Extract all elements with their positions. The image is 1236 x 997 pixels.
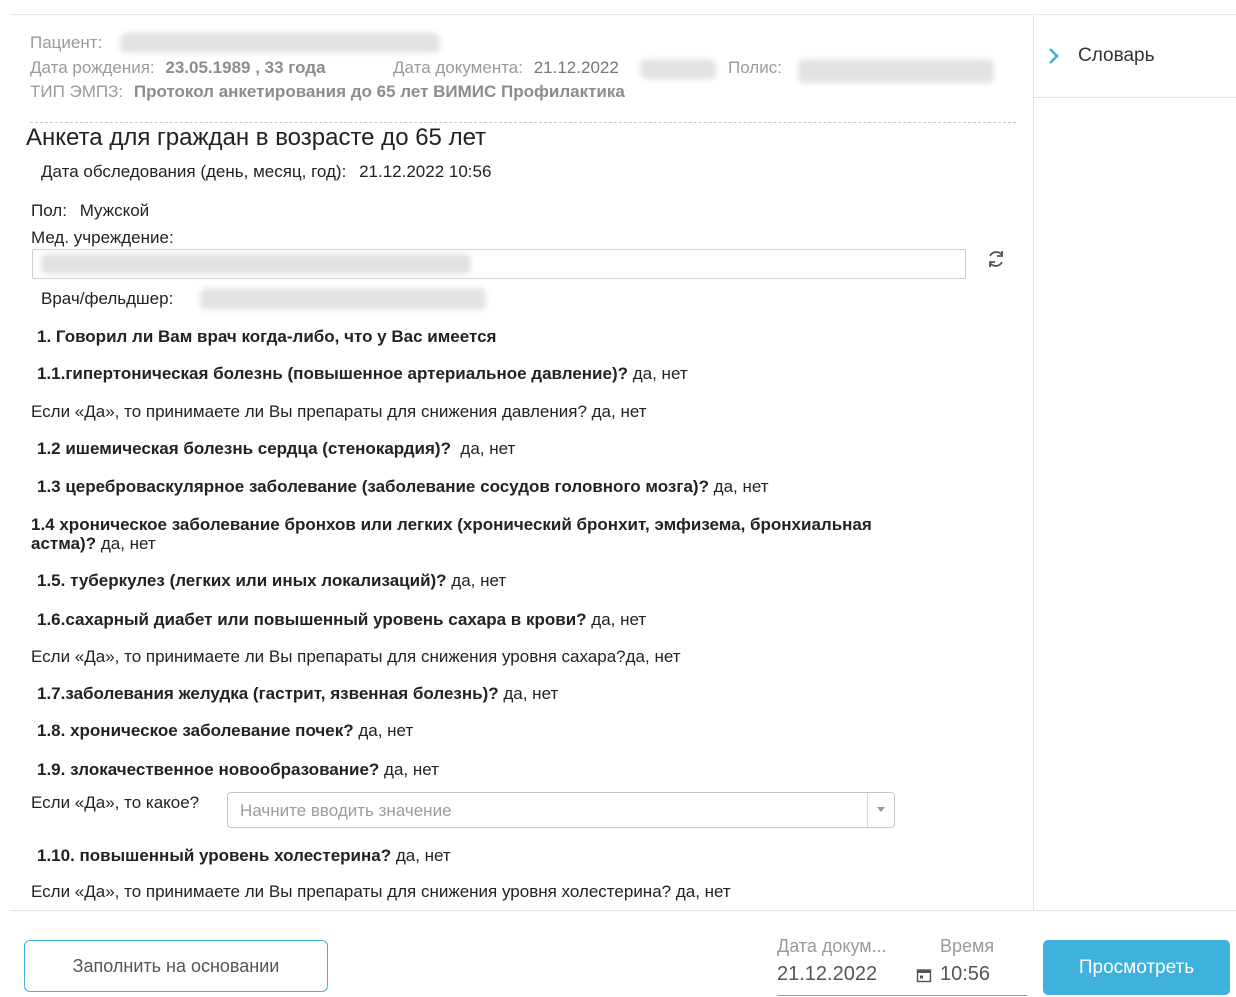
side-panel: Словарь [1033,14,1236,911]
question-1-9-sub-label: Если «Да», то какое? [31,793,200,812]
question-1-9: 1.9. злокачественное новообразование? да… [37,760,439,779]
dictionary-label: Словарь [1078,45,1155,66]
question-1: 1. Говорил ли Вам врач когда-либо, что у… [37,327,497,346]
exam-date-value: 21.12.2022 10:56 [359,162,492,181]
docdate-row: Дата документа: 21.12.2022 [393,58,619,78]
question-1-1: 1.1.гипертоническая болезнь (повышенное … [37,364,688,383]
header-divider [30,122,1016,123]
document-panel: Пациент: Дата рождения: 23.05.1989 , 33 … [10,14,1032,911]
doc-date-input[interactable]: 21.12.2022 [777,963,877,986]
form-title: Анкета для граждан в возрасте до 65 лет [26,124,487,151]
institution-redacted [41,254,471,274]
neoplasm-type-placeholder: Начните вводить значение [240,801,452,820]
question-1-4: 1.4 хроническое заболевание бронхов или … [31,515,872,553]
question-1-5: 1.5. туберкулез (легких или иных локализ… [37,571,507,590]
question-1-6: 1.6.сахарный диабет или повышенный урове… [37,610,647,629]
institution-field[interactable] [32,249,966,279]
sex-label: Пол: [31,201,67,220]
policy-redacted [798,59,994,83]
policy-label: Полис: [728,58,782,77]
footer-bar: Заполнить на основании Дата докум... 21.… [10,910,1236,997]
question-1-10-sub: Если «Да», то принимаете ли Вы препараты… [31,882,731,901]
chevron-right-icon [1049,48,1059,64]
question-1-1-sub: Если «Да», то принимаете ли Вы препараты… [31,402,647,421]
time-label: Время [940,936,995,956]
dob-value: 23.05.1989 , 33 года [165,58,326,77]
fill-based-on-button[interactable]: Заполнить на основании [24,940,328,992]
question-1-7: 1.7.заболевания желудка (гастрит, язвенн… [37,684,559,703]
doctor-label: Врач/фельдшер: [41,289,174,308]
dropdown-arrow-icon[interactable] [867,793,894,827]
patient-label: Пациент: [30,33,103,52]
refresh-icon[interactable] [985,248,1007,275]
neoplasm-type-select[interactable]: Начните вводить значение [227,792,895,828]
dob-row: Дата рождения: 23.05.1989 , 33 года [30,58,326,78]
question-1-10: 1.10. повышенный уровень холестерина? да… [37,846,451,865]
type-label: ТИП ЭМПЗ: [30,82,124,101]
type-row: ТИП ЭМПЗ: Протокол анкетирования до 65 л… [30,82,625,102]
question-1-3: 1.3 цереброваскулярное заболевание (забо… [37,477,769,496]
docdate-extra-redacted [640,59,716,79]
type-value: Протокол анкетирования до 65 лет ВИМИС П… [133,82,625,101]
dictionary-toggle[interactable]: Словарь [1034,15,1236,98]
time-input[interactable]: 10:56 [940,963,990,986]
calendar-icon[interactable] [916,967,932,988]
view-button[interactable]: Просмотреть [1043,940,1230,995]
sex-value: Мужской [79,201,150,220]
doctor-redacted [200,288,486,310]
exam-date-row: Дата обследования (день, месяц, год): 21… [41,162,491,182]
docdate-value: 21.12.2022 [533,58,619,77]
exam-date-label: Дата обследования (день, месяц, год): [41,162,347,181]
dob-label: Дата рождения: [30,58,155,77]
question-1-2: 1.2 ишемическая болезнь сердца (стенокар… [37,439,516,458]
patient-name-redacted [120,33,440,53]
sex-row: Пол: Мужской [31,201,149,221]
docdate-label: Дата документа: [393,58,523,77]
doc-date-label: Дата докум... [777,936,887,956]
question-1-6-sub: Если «Да», то принимаете ли Вы препараты… [31,647,681,666]
institution-label: Мед. учреждение: [31,228,174,247]
question-1-8: 1.8. хроническое заболевание почек? да, … [37,721,414,740]
